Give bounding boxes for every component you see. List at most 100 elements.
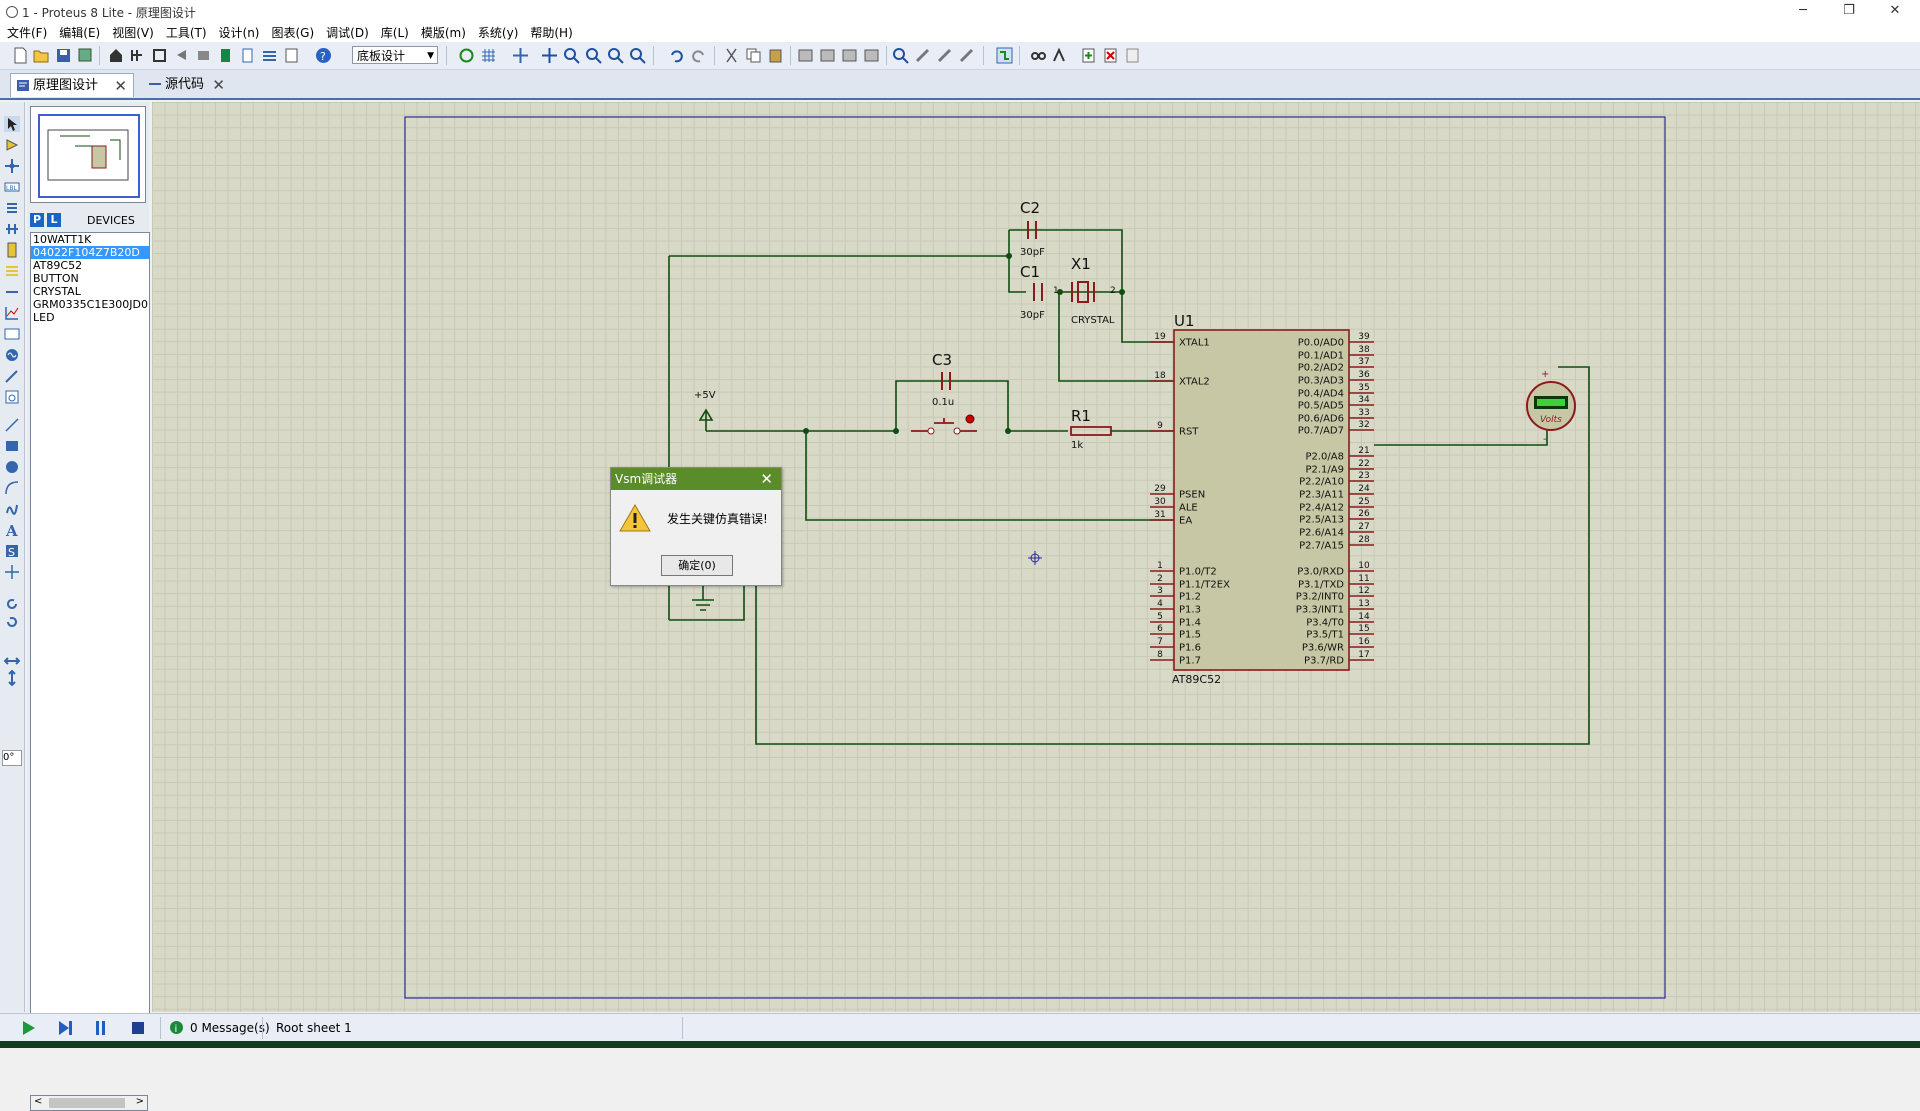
- packaging-tool-icon[interactable]: [936, 47, 953, 64]
- list-item[interactable]: 10WATT1K: [31, 233, 149, 246]
- line-tool-icon[interactable]: [4, 417, 20, 433]
- undo-icon[interactable]: [668, 47, 685, 64]
- step-icon[interactable]: [55, 1018, 75, 1038]
- layer-select[interactable]: 底板设计 ▼: [352, 46, 438, 64]
- exit-to-parent-icon[interactable]: [1124, 47, 1141, 64]
- rotate-anticlockwise-icon[interactable]: [4, 614, 20, 630]
- pcb-icon[interactable]: [151, 47, 168, 64]
- help-icon[interactable]: ?: [315, 47, 332, 64]
- list-item[interactable]: BUTTON: [31, 272, 149, 285]
- selection-mode-icon[interactable]: [4, 116, 20, 132]
- grid-toggle-icon[interactable]: [480, 47, 497, 64]
- list-item[interactable]: CRYSTAL: [31, 285, 149, 298]
- menu-edit[interactable]: 编辑(E): [54, 24, 105, 42]
- menu-view[interactable]: 视图(V): [107, 24, 159, 42]
- virtual-instruments-mode-icon[interactable]: [4, 389, 20, 405]
- menu-tools[interactable]: 工具(T): [161, 24, 212, 42]
- menu-debug[interactable]: 调试(D): [321, 24, 374, 42]
- scrollbar-thumb[interactable]: [49, 1098, 125, 1108]
- zoom-in-icon[interactable]: [563, 47, 580, 64]
- power-terminal[interactable]: +5V: [694, 390, 716, 421]
- text-script-mode-icon[interactable]: [4, 200, 20, 216]
- bus-mode-icon[interactable]: [4, 221, 20, 237]
- device-list-scrollbar[interactable]: < >: [30, 1095, 148, 1111]
- tab-source-code[interactable]: 源代码 ✕: [143, 73, 231, 97]
- tab-schematic[interactable]: 原理图设计 ✕: [10, 73, 134, 97]
- zoom-out-icon[interactable]: [585, 47, 602, 64]
- generator-mode-icon[interactable]: [4, 347, 20, 363]
- menu-file[interactable]: 文件(F): [2, 24, 52, 42]
- pick-device-icon[interactable]: [892, 47, 909, 64]
- mirror-horizontal-icon[interactable]: [4, 653, 20, 669]
- schematic-icon[interactable]: [129, 47, 146, 64]
- circle-tool-icon[interactable]: [4, 459, 20, 475]
- list-item[interactable]: GRM0335C1E300JD01: [31, 298, 149, 311]
- play-icon[interactable]: [18, 1018, 38, 1038]
- menu-template[interactable]: 模版(m): [416, 24, 471, 42]
- menu-design[interactable]: 设计(n): [214, 24, 265, 42]
- overview-window[interactable]: [30, 106, 146, 203]
- redo-icon[interactable]: [690, 47, 707, 64]
- menu-library[interactable]: 库(L): [376, 24, 414, 42]
- block-copy-icon[interactable]: [797, 47, 814, 64]
- menu-graph[interactable]: 图表(G): [267, 24, 320, 42]
- menu-help[interactable]: 帮助(H): [525, 24, 577, 42]
- path-tool-icon[interactable]: [4, 501, 20, 517]
- refresh-icon[interactable]: [458, 47, 475, 64]
- block-delete-icon[interactable]: [863, 47, 880, 64]
- origin-icon[interactable]: [512, 47, 529, 64]
- subcircuit-mode-icon[interactable]: [4, 242, 20, 258]
- box-tool-icon[interactable]: [4, 438, 20, 454]
- scroll-left-icon[interactable]: <: [34, 1096, 42, 1107]
- list-item[interactable]: 04022F104Z7B20D: [31, 246, 149, 259]
- terminal-mode-icon[interactable]: [4, 263, 20, 279]
- dc-voltmeter[interactable]: Volts + -: [1526, 369, 1576, 445]
- close-icon[interactable]: ✕: [760, 468, 773, 490]
- list-item[interactable]: LED: [31, 311, 149, 324]
- close-window-button[interactable]: ✕: [1872, 0, 1918, 24]
- stop-icon[interactable]: [128, 1018, 148, 1038]
- cut-icon[interactable]: [723, 47, 740, 64]
- restore-button[interactable]: ❐: [1826, 0, 1872, 24]
- mirror-vertical-icon[interactable]: [4, 670, 20, 686]
- text-tool-icon[interactable]: A: [4, 522, 20, 538]
- home-icon[interactable]: [108, 47, 125, 64]
- capacitor-c3[interactable]: C3 0.1u: [932, 351, 954, 408]
- microcontroller-u1[interactable]: U1 AT89C52 19XTAL118XTAL29RST29PSEN30ALE…: [1150, 312, 1374, 686]
- pause-icon[interactable]: [91, 1018, 111, 1038]
- property-assignment-icon[interactable]: [1052, 47, 1069, 64]
- make-device-icon[interactable]: [914, 47, 931, 64]
- 3d-view-icon[interactable]: [195, 47, 212, 64]
- notes-icon[interactable]: [283, 47, 300, 64]
- messages-count[interactable]: 0 Message(s): [190, 1021, 270, 1035]
- graph-mode-icon[interactable]: [4, 305, 20, 321]
- list-item[interactable]: AT89C52: [31, 259, 149, 272]
- save-icon[interactable]: [55, 47, 72, 64]
- paste-icon[interactable]: [767, 47, 784, 64]
- pan-icon[interactable]: [541, 47, 558, 64]
- gerber-icon[interactable]: [173, 47, 190, 64]
- tape-recorder-mode-icon[interactable]: [4, 326, 20, 342]
- reset-pushbutton[interactable]: [911, 414, 977, 435]
- minimize-button[interactable]: ─: [1780, 0, 1826, 24]
- zoom-area-icon[interactable]: [629, 47, 646, 64]
- open-folder-icon[interactable]: [33, 47, 50, 64]
- resistor-r1[interactable]: R1 1k: [1070, 407, 1112, 451]
- library-manager-button[interactable]: L: [47, 213, 61, 227]
- copy-icon[interactable]: [745, 47, 762, 64]
- bom-icon[interactable]: [217, 47, 234, 64]
- new-file-icon[interactable]: [12, 47, 29, 64]
- scroll-right-icon[interactable]: >: [136, 1096, 144, 1107]
- ok-button[interactable]: 确定(0): [661, 555, 733, 576]
- close-icon[interactable]: ✕: [114, 74, 127, 98]
- capacitor-c2[interactable]: C2 30pF: [1020, 199, 1045, 258]
- device-pin-mode-icon[interactable]: [4, 284, 20, 300]
- ground-terminal[interactable]: [692, 599, 714, 611]
- arc-tool-icon[interactable]: [4, 480, 20, 496]
- search-tag-icon[interactable]: [1030, 47, 1047, 64]
- marker-tool-icon[interactable]: [4, 564, 20, 580]
- design-explorer-icon[interactable]: [261, 47, 278, 64]
- decompose-icon[interactable]: [958, 47, 975, 64]
- schematic-canvas[interactable]: C2 30pF C1 30pF X1 CRYSTAL 1 2 C3 0.1u R…: [152, 102, 1920, 1012]
- component-mode-icon[interactable]: [4, 137, 20, 153]
